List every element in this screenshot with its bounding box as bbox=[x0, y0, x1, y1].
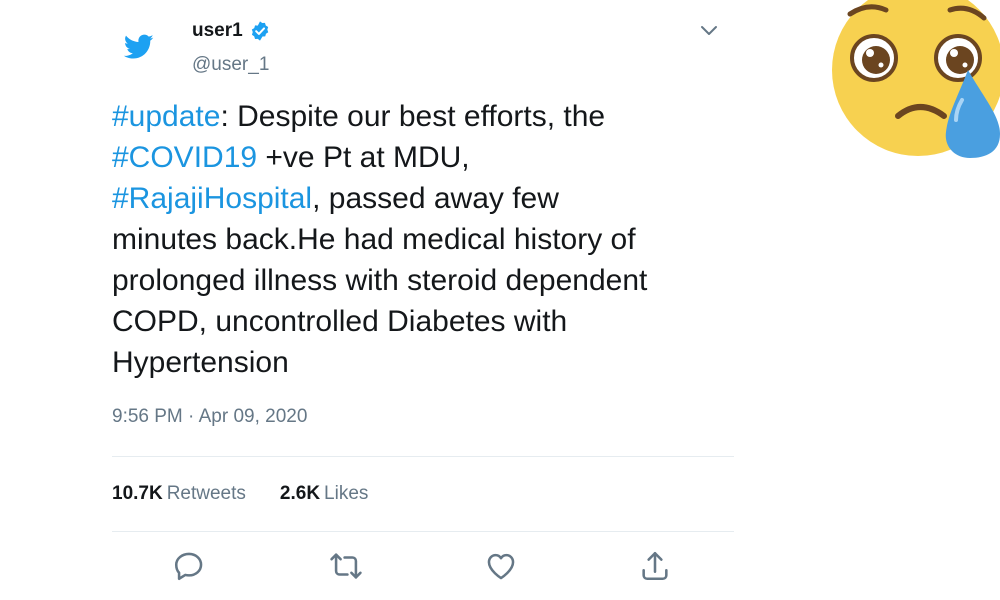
retweets-stat[interactable]: 10.7K Retweets bbox=[112, 483, 246, 505]
likes-stat[interactable]: 2.6K Likes bbox=[280, 483, 369, 505]
tweet-text-line: minutes back.He had medical history of bbox=[112, 219, 752, 260]
tweet-text-line: Hypertension bbox=[112, 342, 752, 383]
likes-count: 2.6K bbox=[279, 483, 321, 504]
tweet-timestamp[interactable]: 9:56 PM · Apr 09, 2020 bbox=[112, 406, 307, 428]
tweet-text: #update: Despite our best efforts, the #C… bbox=[112, 96, 752, 383]
likes-label: Likes bbox=[324, 483, 369, 504]
tweet-text-segment: : Despite our best efforts, the bbox=[220, 100, 606, 133]
tweet-text-line: #COVID19 +ve Pt at MDU, bbox=[112, 137, 752, 178]
retweets-count: 10.7K bbox=[112, 483, 163, 504]
author-name-row[interactable]: user1 bbox=[192, 20, 271, 42]
reply-icon[interactable] bbox=[172, 549, 206, 583]
author-handle[interactable]: @user_1 bbox=[192, 54, 269, 76]
verified-badge-icon bbox=[251, 21, 268, 41]
heart-icon[interactable] bbox=[484, 549, 518, 583]
tweet-text-line: #update: Despite our best efforts, the bbox=[112, 96, 752, 137]
divider bbox=[112, 531, 734, 532]
divider bbox=[112, 456, 734, 457]
tweet-card: user1 @user_1 #update: Despite our best … bbox=[0, 0, 1000, 600]
tweet-text-line: prolonged illness with steroid dependent bbox=[112, 260, 752, 301]
tweet-text-segment: prolonged illness with steroid dependent bbox=[112, 264, 648, 297]
crying-face-emoji bbox=[832, 0, 1000, 158]
tweet-text-segment: minutes back.He had medical history of bbox=[112, 223, 636, 256]
author-display-name[interactable]: user1 bbox=[192, 20, 243, 42]
retweets-label: Retweets bbox=[166, 483, 246, 504]
retweet-icon[interactable] bbox=[329, 549, 363, 583]
tweet-text-segment: COPD, uncontrolled Diabetes with bbox=[112, 305, 568, 338]
hashtag-link[interactable]: #update bbox=[112, 100, 220, 133]
tweet-text-line: COPD, uncontrolled Diabetes with bbox=[112, 301, 752, 342]
tweet-text-segment: , passed away few bbox=[312, 182, 559, 215]
tweet-text-line: #RajajiHospital, passed away few bbox=[112, 178, 752, 219]
twitter-bird-icon bbox=[124, 34, 154, 59]
share-icon[interactable] bbox=[638, 549, 672, 583]
tweet-text-segment: Hypertension bbox=[112, 346, 289, 379]
hashtag-link[interactable]: #RajajiHospital bbox=[112, 182, 312, 215]
hashtag-link[interactable]: #COVID19 bbox=[112, 141, 257, 174]
chevron-down-icon[interactable] bbox=[697, 22, 721, 40]
tweet-text-segment: +ve Pt at MDU, bbox=[257, 141, 470, 174]
engagement-stats: 10.7K Retweets 2.6K Likes bbox=[112, 483, 368, 505]
